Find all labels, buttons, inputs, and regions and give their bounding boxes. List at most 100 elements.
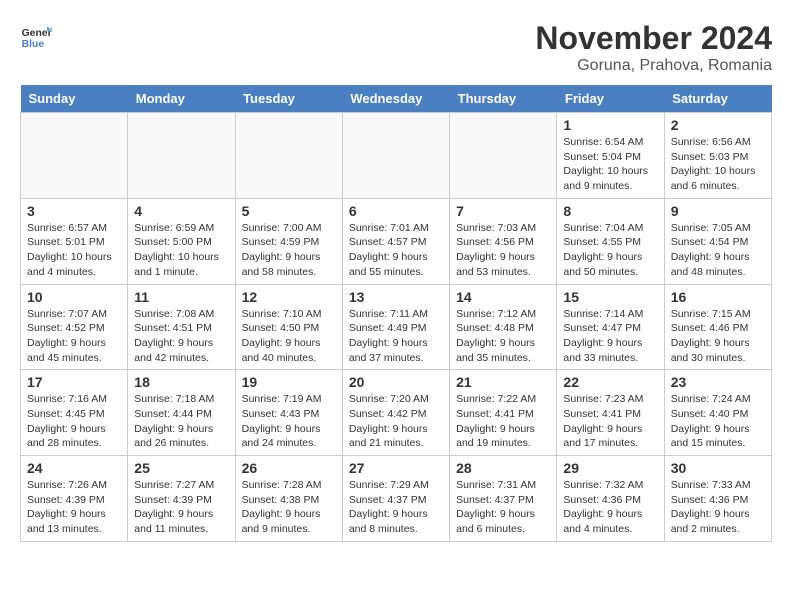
day-number: 22 — [563, 374, 657, 390]
calendar-day-cell: 2 Sunrise: 6:56 AM Sunset: 5:03 PM Daylig… — [664, 113, 771, 199]
calendar-day-cell: 19Sunrise: 7:19 AM Sunset: 4:43 PM Dayli… — [235, 370, 342, 456]
calendar-day-cell: 14 Sunrise: 7:12 AM Sunset: 4:48 PM Dayli… — [450, 284, 557, 370]
day-info: Sunrise: 7:11 AM Sunset: 4:49 PM Dayligh… — [349, 307, 443, 366]
calendar-day-cell: 27 Sunrise: 7:29 AM Sunset: 4:37 PM Dayli… — [342, 456, 449, 542]
day-info: Sunrise: 6:57 AM Sunset: 5:01 PM Dayligh… — [27, 221, 121, 280]
calendar-day-cell: 13 Sunrise: 7:11 AM Sunset: 4:49 PM Dayli… — [342, 284, 449, 370]
calendar-day-cell: 1 Sunrise: 6:54 AM Sunset: 5:04 PM Daylig… — [557, 113, 664, 199]
day-info: Sunrise: 7:31 AM Sunset: 4:37 PM Dayligh… — [456, 478, 550, 537]
day-info: Sunrise: 7:05 AM Sunset: 4:54 PM Dayligh… — [671, 221, 765, 280]
day-info: Sunrise: 7:08 AM Sunset: 4:51 PM Dayligh… — [134, 307, 228, 366]
calendar-day-cell — [21, 113, 128, 199]
calendar-day-cell: 20 Sunrise: 7:20 AM Sunset: 4:42 PM Dayli… — [342, 370, 449, 456]
day-info: Sunrise: 7:29 AM Sunset: 4:37 PM Dayligh… — [349, 478, 443, 537]
day-number: 28 — [456, 460, 550, 476]
day-number: 12 — [242, 289, 336, 305]
day-info: Sunrise: 7:19 AM Sunset: 4:43 PM Dayligh… — [242, 392, 336, 451]
day-number: 4 — [134, 203, 228, 219]
weekday-header-cell: Sunday — [21, 85, 128, 113]
day-info: Sunrise: 7:12 AM Sunset: 4:48 PM Dayligh… — [456, 307, 550, 366]
calendar-day-cell: 4 Sunrise: 6:59 AM Sunset: 5:00 PM Daylig… — [128, 198, 235, 284]
calendar-table: SundayMondayTuesdayWednesdayThursdayFrid… — [20, 85, 772, 542]
calendar-day-cell: 18 Sunrise: 7:18 AM Sunset: 4:44 PM Dayli… — [128, 370, 235, 456]
day-number: 29 — [563, 460, 657, 476]
calendar-week-row: 17Sunrise: 7:16 AM Sunset: 4:45 PM Dayli… — [21, 370, 772, 456]
calendar-day-cell: 11 Sunrise: 7:08 AM Sunset: 4:51 PM Dayli… — [128, 284, 235, 370]
weekday-header-cell: Thursday — [450, 85, 557, 113]
day-info: Sunrise: 6:56 AM Sunset: 5:03 PM Dayligh… — [671, 135, 765, 194]
calendar-day-cell — [128, 113, 235, 199]
weekday-header-cell: Friday — [557, 85, 664, 113]
calendar-day-cell: 16Sunrise: 7:15 AM Sunset: 4:46 PM Dayli… — [664, 284, 771, 370]
day-info: Sunrise: 7:33 AM Sunset: 4:36 PM Dayligh… — [671, 478, 765, 537]
calendar-day-cell — [235, 113, 342, 199]
location-subtitle: Goruna, Prahova, Romania — [535, 57, 772, 75]
day-number: 17 — [27, 374, 121, 390]
day-number: 25 — [134, 460, 228, 476]
logo-icon: General Blue — [20, 20, 52, 52]
page-header: General Blue November 2024 Goruna, Praho… — [20, 20, 772, 75]
calendar-day-cell: 8 Sunrise: 7:04 AM Sunset: 4:55 PM Daylig… — [557, 198, 664, 284]
day-number: 9 — [671, 203, 765, 219]
calendar-day-cell: 3 Sunrise: 6:57 AM Sunset: 5:01 PM Daylig… — [21, 198, 128, 284]
day-info: Sunrise: 7:04 AM Sunset: 4:55 PM Dayligh… — [563, 221, 657, 280]
day-info: Sunrise: 7:27 AM Sunset: 4:39 PM Dayligh… — [134, 478, 228, 537]
day-number: 15 — [563, 289, 657, 305]
day-info: Sunrise: 7:32 AM Sunset: 4:36 PM Dayligh… — [563, 478, 657, 537]
day-number: 14 — [456, 289, 550, 305]
title-area: November 2024 Goruna, Prahova, Romania — [535, 20, 772, 75]
day-number: 27 — [349, 460, 443, 476]
day-number: 3 — [27, 203, 121, 219]
day-info: Sunrise: 7:23 AM Sunset: 4:41 PM Dayligh… — [563, 392, 657, 451]
day-number: 2 — [671, 117, 765, 133]
day-number: 1 — [563, 117, 657, 133]
calendar-day-cell: 9 Sunrise: 7:05 AM Sunset: 4:54 PM Daylig… — [664, 198, 771, 284]
day-info: Sunrise: 7:22 AM Sunset: 4:41 PM Dayligh… — [456, 392, 550, 451]
day-info: Sunrise: 7:18 AM Sunset: 4:44 PM Dayligh… — [134, 392, 228, 451]
weekday-header-cell: Wednesday — [342, 85, 449, 113]
weekday-header-cell: Monday — [128, 85, 235, 113]
day-number: 16 — [671, 289, 765, 305]
logo: General Blue — [20, 20, 52, 52]
day-number: 26 — [242, 460, 336, 476]
calendar-day-cell: 5 Sunrise: 7:00 AM Sunset: 4:59 PM Daylig… — [235, 198, 342, 284]
day-number: 6 — [349, 203, 443, 219]
calendar-day-cell — [342, 113, 449, 199]
calendar-week-row: 1 Sunrise: 6:54 AM Sunset: 5:04 PM Daylig… — [21, 113, 772, 199]
calendar-week-row: 3 Sunrise: 6:57 AM Sunset: 5:01 PM Daylig… — [21, 198, 772, 284]
weekday-header-row: SundayMondayTuesdayWednesdayThursdayFrid… — [21, 85, 772, 113]
day-info: Sunrise: 7:01 AM Sunset: 4:57 PM Dayligh… — [349, 221, 443, 280]
day-number: 20 — [349, 374, 443, 390]
day-number: 8 — [563, 203, 657, 219]
day-number: 11 — [134, 289, 228, 305]
day-info: Sunrise: 6:54 AM Sunset: 5:04 PM Dayligh… — [563, 135, 657, 194]
day-info: Sunrise: 7:24 AM Sunset: 4:40 PM Dayligh… — [671, 392, 765, 451]
calendar-day-cell: 28 Sunrise: 7:31 AM Sunset: 4:37 PM Dayli… — [450, 456, 557, 542]
calendar-day-cell: 30Sunrise: 7:33 AM Sunset: 4:36 PM Dayli… — [664, 456, 771, 542]
day-number: 5 — [242, 203, 336, 219]
day-info: Sunrise: 7:20 AM Sunset: 4:42 PM Dayligh… — [349, 392, 443, 451]
calendar-day-cell — [450, 113, 557, 199]
day-number: 10 — [27, 289, 121, 305]
day-info: Sunrise: 6:59 AM Sunset: 5:00 PM Dayligh… — [134, 221, 228, 280]
weekday-header-cell: Tuesday — [235, 85, 342, 113]
day-info: Sunrise: 7:07 AM Sunset: 4:52 PM Dayligh… — [27, 307, 121, 366]
calendar-day-cell: 12 Sunrise: 7:10 AM Sunset: 4:50 PM Dayli… — [235, 284, 342, 370]
calendar-day-cell: 23 Sunrise: 7:24 AM Sunset: 4:40 PM Dayli… — [664, 370, 771, 456]
day-number: 18 — [134, 374, 228, 390]
svg-text:Blue: Blue — [22, 39, 45, 50]
day-info: Sunrise: 7:28 AM Sunset: 4:38 PM Dayligh… — [242, 478, 336, 537]
day-info: Sunrise: 7:00 AM Sunset: 4:59 PM Dayligh… — [242, 221, 336, 280]
day-info: Sunrise: 7:26 AM Sunset: 4:39 PM Dayligh… — [27, 478, 121, 537]
calendar-week-row: 10 Sunrise: 7:07 AM Sunset: 4:52 PM Dayli… — [21, 284, 772, 370]
calendar-day-cell: 25 Sunrise: 7:27 AM Sunset: 4:39 PM Dayli… — [128, 456, 235, 542]
day-info: Sunrise: 7:10 AM Sunset: 4:50 PM Dayligh… — [242, 307, 336, 366]
day-number: 24 — [27, 460, 121, 476]
calendar-body: 1 Sunrise: 6:54 AM Sunset: 5:04 PM Daylig… — [21, 113, 772, 542]
calendar-day-cell: 29 Sunrise: 7:32 AM Sunset: 4:36 PM Dayli… — [557, 456, 664, 542]
day-number: 13 — [349, 289, 443, 305]
weekday-header-cell: Saturday — [664, 85, 771, 113]
calendar-day-cell: 24 Sunrise: 7:26 AM Sunset: 4:39 PM Dayli… — [21, 456, 128, 542]
day-number: 23 — [671, 374, 765, 390]
calendar-day-cell: 26 Sunrise: 7:28 AM Sunset: 4:38 PM Dayli… — [235, 456, 342, 542]
